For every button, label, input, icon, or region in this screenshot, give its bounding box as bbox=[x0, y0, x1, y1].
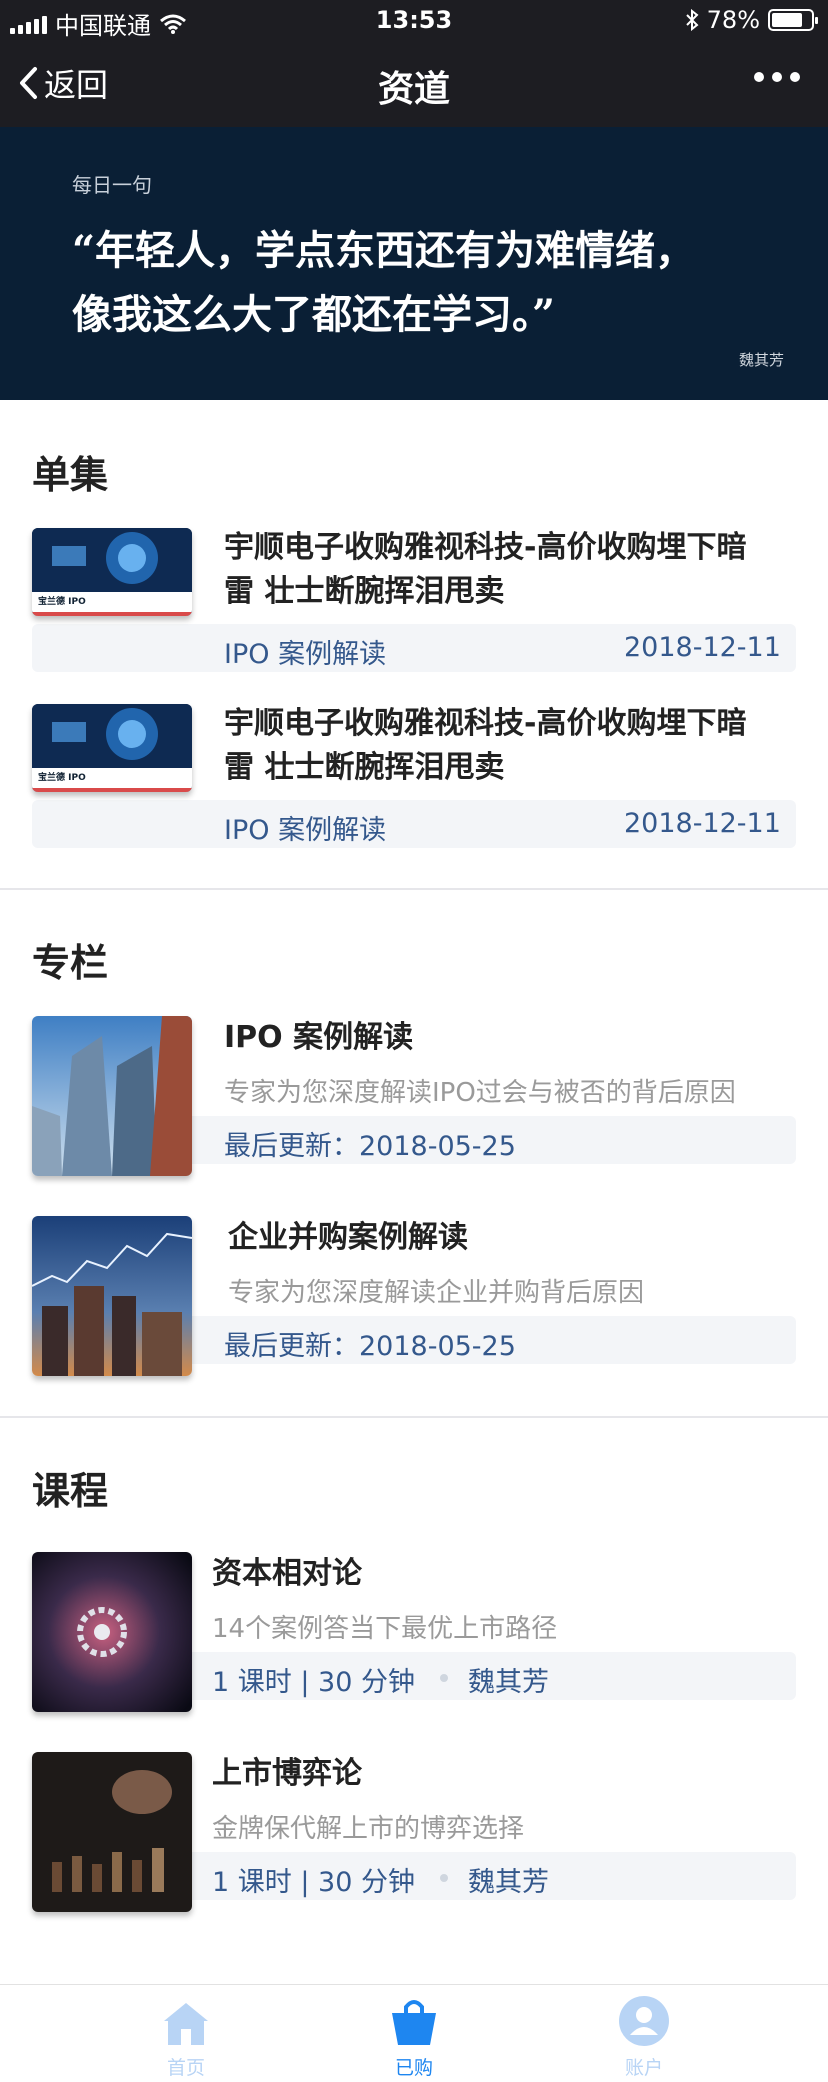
course-description: 金牌保代解上市的博弈选择 bbox=[212, 1814, 525, 1844]
episode-title-line: 宇顺电子收购雅视科技-高价收购埋下暗 bbox=[224, 530, 747, 565]
bluetooth-icon bbox=[685, 9, 699, 31]
nav-bar: 返回 资道 bbox=[0, 48, 828, 120]
episode-title-line: 宇顺电子收购雅视科技-高价收购埋下暗 bbox=[224, 706, 747, 741]
episode-title[interactable]: 宇顺电子收购雅视科技-高价收购埋下暗 雷 壮士断腕挥泪甩卖 bbox=[224, 526, 804, 614]
more-dot-icon bbox=[754, 72, 764, 82]
quote-line: 像我这么大了都还在学习。” bbox=[72, 291, 556, 338]
battery-level bbox=[772, 13, 802, 27]
column-description: 专家为您深度解读IPO过会与被否的背后原因 bbox=[224, 1078, 736, 1108]
quote-author: 魏其芳 bbox=[738, 351, 784, 369]
course-image bbox=[32, 1752, 192, 1912]
column-thumbnail[interactable] bbox=[32, 1016, 192, 1176]
course-thumbnail[interactable] bbox=[32, 1752, 192, 1912]
section-title-episodes: 单集 bbox=[32, 453, 109, 497]
column-updated: 最后更新：2018-05-25 bbox=[224, 1331, 516, 1362]
home-icon bbox=[164, 2003, 208, 2045]
episode-thumbnail[interactable]: 宝兰德 IPO bbox=[32, 528, 192, 616]
episode-date: 2018-12-11 bbox=[624, 632, 781, 663]
thumb-caption: 宝兰德 IPO bbox=[38, 773, 86, 783]
status-bar: 中国联通 13:53 78% bbox=[0, 0, 828, 42]
tab-account-label: 账户 bbox=[624, 2057, 663, 2079]
separator-dot bbox=[440, 1674, 448, 1682]
page-title: 资道 bbox=[377, 69, 450, 110]
quote-line: “年轻人，学点东西还有为难情绪， bbox=[72, 227, 696, 274]
daily-quote-banner[interactable]: 每日一句 “年轻人，学点东西还有为难情绪， 像我这么大了都还在学习。” 魏其芳 bbox=[0, 127, 828, 400]
column-image bbox=[32, 1016, 192, 1176]
shopping-bag-icon bbox=[392, 2000, 436, 2045]
episode-category: IPO 案例解读 bbox=[224, 815, 387, 846]
more-dot-icon bbox=[772, 72, 782, 82]
course-image bbox=[32, 1552, 192, 1712]
column-updated: 最后更新：2018-05-25 bbox=[224, 1131, 516, 1162]
column-description: 专家为您深度解读企业并购背后原因 bbox=[228, 1278, 645, 1308]
top-bar: 中国联通 13:53 78% 返回 资道 bbox=[0, 0, 828, 127]
episode-title-line: 雷 壮士断腕挥泪甩卖 bbox=[224, 750, 505, 785]
course-title[interactable]: 上市博弈论 bbox=[212, 1752, 362, 1796]
tab-purchased-label: 已购 bbox=[394, 2057, 433, 2079]
tab-home[interactable]: 首页 bbox=[116, 1985, 256, 2082]
tab-home-label: 首页 bbox=[166, 2057, 205, 2079]
course-description: 14个案例答当下最优上市路径 bbox=[212, 1614, 558, 1644]
episode-title[interactable]: 宇顺电子收购雅视科技-高价收购埋下暗 雷 壮士断腕挥泪甩卖 bbox=[224, 702, 804, 790]
more-dot-icon bbox=[790, 72, 800, 82]
course-title[interactable]: 资本相对论 bbox=[212, 1552, 362, 1596]
tab-account[interactable]: 账户 bbox=[574, 1985, 714, 2082]
daily-quote-text: “年轻人，学点东西还有为难情绪， 像我这么大了都还在学习。” bbox=[72, 219, 695, 347]
battery-percent: 78% bbox=[706, 6, 760, 34]
course-teacher: 魏其芳 bbox=[468, 1667, 549, 1698]
course-thumbnail[interactable] bbox=[32, 1552, 192, 1712]
user-icon bbox=[619, 1996, 669, 2046]
course-lessons: 1 课时 | 30 分钟 bbox=[212, 1867, 415, 1898]
episode-title-line: 雷 壮士断腕挥泪甩卖 bbox=[224, 574, 505, 609]
daily-quote-label: 每日一句 bbox=[72, 173, 152, 197]
section-title-columns: 专栏 bbox=[32, 941, 109, 985]
episode-category: IPO 案例解读 bbox=[224, 639, 387, 670]
course-lessons: 1 课时 | 30 分钟 bbox=[212, 1667, 415, 1698]
section-divider bbox=[0, 1416, 828, 1418]
tab-purchased[interactable]: 已购 bbox=[344, 1985, 484, 2082]
column-thumbnail[interactable] bbox=[32, 1216, 192, 1376]
course-teacher: 魏其芳 bbox=[468, 1867, 549, 1898]
column-image bbox=[32, 1216, 192, 1376]
thumb-caption: 宝兰德 IPO bbox=[38, 597, 86, 607]
battery-icon bbox=[768, 9, 818, 31]
episode-thumbnail[interactable]: 宝兰德 IPO bbox=[32, 704, 192, 792]
more-button[interactable] bbox=[754, 72, 800, 82]
section-title-courses: 课程 bbox=[32, 1469, 109, 1513]
column-title[interactable]: 企业并购案例解读 bbox=[228, 1216, 468, 1260]
tab-bar: 首页 已购 账户 bbox=[0, 1984, 828, 2082]
section-divider bbox=[0, 888, 828, 890]
episode-date: 2018-12-11 bbox=[624, 808, 781, 839]
separator-dot bbox=[440, 1874, 448, 1882]
column-title[interactable]: IPO 案例解读 bbox=[224, 1016, 413, 1060]
